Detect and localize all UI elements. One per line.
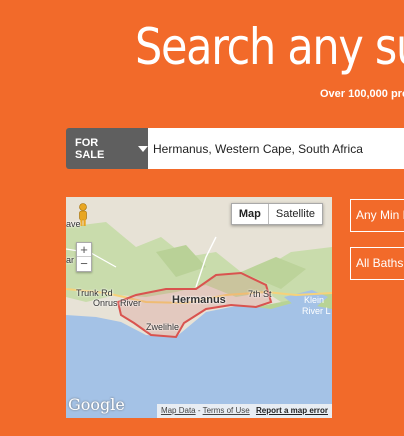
listing-type-select[interactable]: FOR SALE: [66, 128, 148, 169]
terms-of-use-link[interactable]: Terms of Use: [203, 406, 250, 415]
map-data-link[interactable]: Map Data: [161, 406, 196, 415]
hero-subline: Over 100,000 prop: [320, 88, 404, 100]
map-type-map-button[interactable]: Map: [232, 204, 269, 224]
caret-down-icon: [138, 145, 148, 152]
map-type-satellite-button[interactable]: Satellite: [269, 204, 322, 224]
map-label-edge-mid: ar: [66, 255, 75, 265]
min-floor-filter-button[interactable]: Any Min Fl: [350, 199, 404, 232]
map-label-zwelihle: Zwelihle: [146, 322, 180, 332]
listing-type-label: FOR SALE: [75, 136, 105, 161]
location-input[interactable]: [148, 128, 404, 169]
map-label-trunk-rd: Trunk Rd: [76, 288, 113, 298]
map-widget[interactable]: + − Map Satellite ave ar Trunk Rd Onrus …: [66, 197, 332, 418]
map-label-river: River L: [302, 306, 331, 316]
map-label-7th-st: 7th St: [248, 289, 272, 299]
google-logo: Google: [68, 395, 125, 414]
search-bar: FOR SALE: [66, 128, 404, 169]
map-label-klein: Klein: [304, 295, 325, 305]
zoom-in-button[interactable]: +: [77, 243, 91, 257]
zoom-control: + −: [76, 242, 92, 272]
report-map-error-link[interactable]: Report a map error: [256, 406, 328, 415]
map-label-edge-top: ave: [66, 219, 81, 229]
baths-filter-button[interactable]: All Baths: [350, 247, 404, 280]
map-label-hermanus: Hermanus: [172, 294, 226, 306]
map-label-onrus-river: Onrus River: [93, 298, 142, 308]
attribution-separator: -: [197, 406, 201, 415]
hero-headline: Search any su: [135, 18, 404, 76]
zoom-out-button[interactable]: −: [77, 257, 91, 271]
map-attribution: Map Data - Terms of Use Report a map err…: [156, 404, 332, 418]
map-type-control: Map Satellite: [230, 203, 323, 225]
